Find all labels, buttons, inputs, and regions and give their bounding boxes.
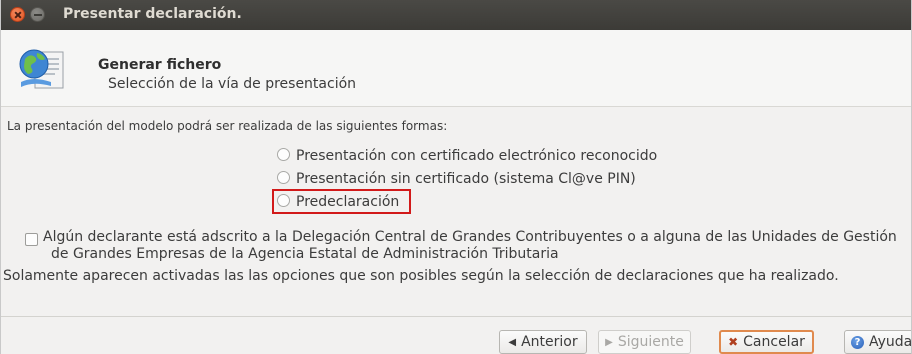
globe-document-icon xyxy=(19,49,64,89)
intro-text: La presentación del modelo podrá ser rea… xyxy=(7,119,448,133)
checkbox-label-line1: Algún declarante está adscrito a la Dele… xyxy=(43,229,897,245)
dialog-header: Generar fichero Selección de la vía de p… xyxy=(1,30,911,107)
help-button[interactable]: ? Ayuda xyxy=(844,330,912,354)
help-label: Ayuda xyxy=(869,334,912,350)
cancel-icon: ✖ xyxy=(728,335,739,349)
note-text: Solamente aparecen activadas las las opc… xyxy=(3,268,839,284)
previous-label: Anterior xyxy=(521,334,578,350)
arrow-right-icon: ▶ xyxy=(605,336,613,348)
close-icon[interactable] xyxy=(10,7,25,22)
option-sin-certificado[interactable]: Presentación sin certificado (sistema Cl… xyxy=(277,171,636,191)
cancel-label: Cancelar xyxy=(743,334,805,350)
option-label: Presentación sin certificado (sistema Cl… xyxy=(296,171,636,187)
arrow-left-icon: ◀ xyxy=(508,336,517,348)
separator xyxy=(1,316,911,317)
radio-button[interactable] xyxy=(277,171,290,184)
window-title: Presentar declaración. xyxy=(63,6,242,22)
next-button[interactable]: ▶ Siguiente xyxy=(598,330,691,354)
adscrito-checkbox[interactable] xyxy=(25,233,38,246)
cancel-button[interactable]: ✖ Cancelar xyxy=(719,330,814,354)
previous-button[interactable]: ◀ Anterior xyxy=(499,330,587,354)
option-certificado[interactable]: Presentación con certificado electrónico… xyxy=(277,148,657,168)
dialog-window: Presentar declaración. Generar fichero S… xyxy=(0,0,912,354)
help-icon: ? xyxy=(851,335,864,349)
option-label: Presentación con certificado electrónico… xyxy=(296,148,658,164)
next-label: Siguiente xyxy=(617,334,684,350)
title-bar: Presentar declaración. xyxy=(1,0,911,30)
minimize-icon[interactable] xyxy=(30,7,45,22)
header-title: Generar fichero xyxy=(98,57,222,73)
header-subtitle: Selección de la vía de presentación xyxy=(108,76,357,92)
checkbox-label-line2: de Grandes Empresas de la Agencia Estata… xyxy=(51,246,559,262)
radio-button[interactable] xyxy=(277,148,290,161)
highlight-box xyxy=(272,189,411,214)
